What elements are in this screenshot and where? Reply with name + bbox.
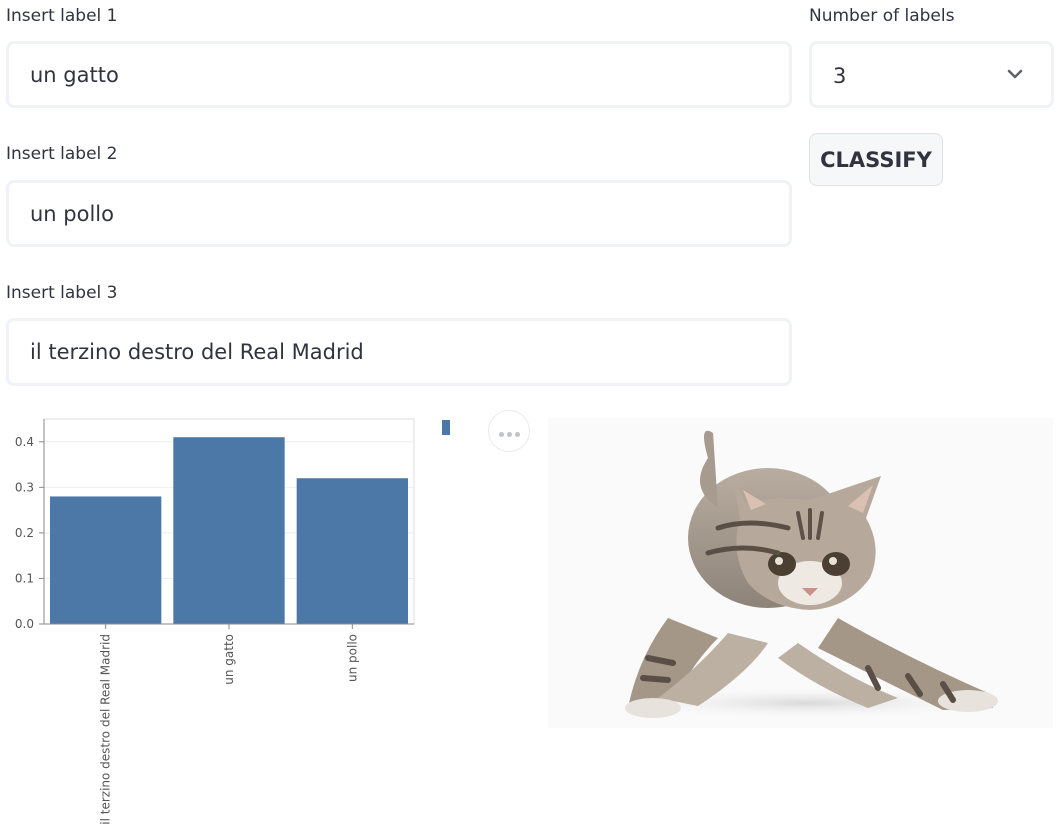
kitten-image xyxy=(548,418,1053,728)
legend-swatch xyxy=(442,420,450,435)
bar[interactable] xyxy=(50,496,162,624)
classify-button[interactable]: CLASSIFY xyxy=(809,133,943,186)
chevron-down-icon xyxy=(1007,69,1023,79)
x-tick-label: un gatto xyxy=(222,634,236,685)
x-tick-label: il terzino destro del Real Madrid xyxy=(99,634,113,825)
label2-input[interactable] xyxy=(6,180,792,247)
label2-caption: Insert label 2 xyxy=(6,144,118,164)
bar-chart: 0.0 0.1 0.2 0.3 0.4 il terzino destro del Re… xyxy=(15,418,450,825)
label1-input[interactable] xyxy=(6,41,792,108)
more-horizontal-icon xyxy=(497,422,521,441)
y-tick-label: 0.3 xyxy=(15,480,34,494)
label1-caption: Insert label 1 xyxy=(6,6,118,26)
num-labels-select[interactable]: 3 xyxy=(809,41,1054,108)
num-labels-value: 3 xyxy=(833,64,847,88)
x-tick-label: un pollo xyxy=(345,634,359,682)
chart-actions-button[interactable] xyxy=(488,410,530,452)
label3-input[interactable] xyxy=(6,318,792,386)
y-tick-label: 0.1 xyxy=(15,571,34,585)
bar[interactable] xyxy=(173,437,285,624)
bar[interactable] xyxy=(296,478,408,624)
y-tick-label: 0.0 xyxy=(15,617,34,631)
y-tick-label: 0.4 xyxy=(15,435,34,449)
label3-caption: Insert label 3 xyxy=(6,283,118,303)
y-tick-label: 0.2 xyxy=(15,526,34,540)
num-labels-caption: Number of labels xyxy=(809,6,955,26)
